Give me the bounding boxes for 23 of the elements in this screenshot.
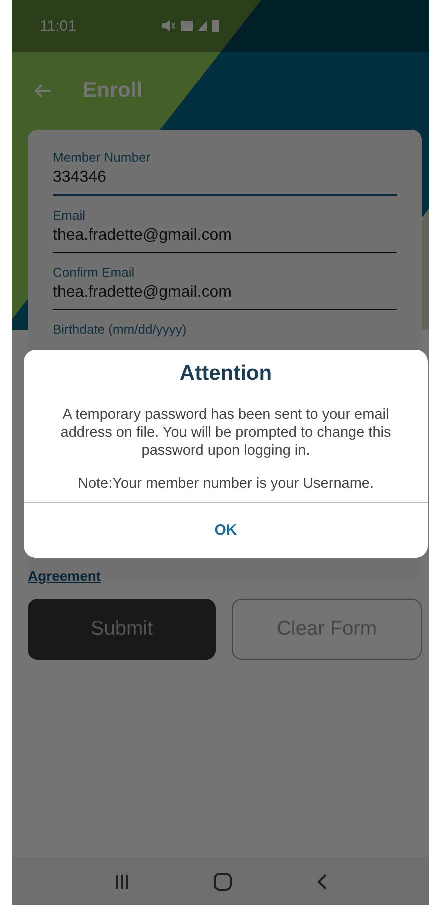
field-label: Confirm Email [53,265,136,280]
field-label: Member Number [53,150,152,165]
text-field[interactable]: Member Number 334346 [53,146,397,196]
battery-icon [212,20,220,32]
text-field[interactable]: Email thea.fradette@gmail.com [53,204,397,253]
dialog-note: Note:Your member number is your Username. [76,476,376,492]
field-value: thea.fradette@gmail.com [53,284,233,303]
back-icon[interactable] [316,874,326,890]
dialog-message: A temporary password has been sent to your email address on file. You will be prompted to change this password upon logging in. [60,406,392,460]
field-value: 334346 [53,169,108,188]
ok-button[interactable]: OK [24,502,428,558]
page-title: Enroll [83,79,143,103]
submit-button[interactable]: Submit [28,599,216,660]
clock-time: 11:01 [40,18,76,34]
agreement-link[interactable]: Agreement [28,568,102,584]
mute-icon [162,20,176,32]
recent-apps-icon[interactable] [114,874,128,890]
field-label: Email [53,208,87,223]
signal-icon [198,21,208,31]
home-icon[interactable] [214,872,232,890]
text-field[interactable]: Confirm Email thea.fradette@gmail.com [53,261,397,310]
field-value: thea.fradette@gmail.com [53,227,233,246]
field-label: Birthdate (mm/dd/yyyy) [53,322,188,337]
